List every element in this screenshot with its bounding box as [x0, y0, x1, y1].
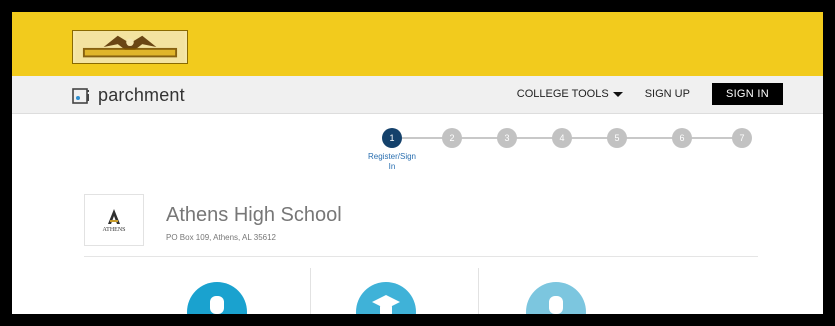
step-5[interactable]: 5 [607, 128, 627, 148]
browser-frame: parchment COLLEGE TOOLS SIGN UP SIGN IN … [12, 12, 823, 314]
step-number: 5 [614, 133, 620, 143]
step-2[interactable]: 2 [442, 128, 462, 148]
school-crest: ATHENS [84, 194, 144, 246]
graduation-cap-icon [372, 295, 400, 314]
step-number: 2 [449, 133, 455, 143]
person-icon [549, 296, 563, 314]
school-banner [12, 12, 823, 76]
option-divider [310, 268, 311, 314]
step-4[interactable]: 4 [552, 128, 572, 148]
brand-link[interactable]: parchment [72, 85, 185, 106]
sign-in-button[interactable]: SIGN IN [711, 83, 783, 105]
athens-crest-icon [108, 209, 120, 224]
option-divider [478, 268, 479, 314]
top-nav: parchment COLLEGE TOOLS SIGN UP SIGN IN [12, 76, 823, 114]
college-tools-menu[interactable]: COLLEGE TOOLS [517, 88, 623, 100]
school-crest-text: ATHENS [102, 227, 126, 233]
section-divider [84, 256, 758, 257]
college-tools-label: COLLEGE TOOLS [516, 88, 609, 100]
school-text: Athens High School PO Box 109, Athens, A… [166, 194, 342, 242]
school-address: PO Box 109, Athens, AL 35612 [166, 233, 277, 242]
step-6[interactable]: 6 [672, 128, 692, 148]
school-name: Athens High School [166, 204, 342, 226]
athens-logo-icon[interactable] [72, 30, 188, 64]
step-number: 7 [739, 133, 745, 143]
school-info: ATHENS Athens High School PO Box 109, At… [84, 194, 342, 246]
parchment-logo-icon [72, 87, 92, 105]
step-3[interactable]: 3 [497, 128, 517, 148]
step-7[interactable]: 7 [732, 128, 752, 148]
step-1[interactable]: 1 [382, 128, 402, 148]
progress-stepper: 1 Register/Sign In 2 3 4 5 6 7 [368, 128, 762, 178]
step-number: 3 [504, 133, 510, 143]
user-option-icon[interactable] [187, 282, 247, 314]
nav-links: COLLEGE TOOLS SIGN UP SIGN IN [517, 83, 783, 105]
sign-up-link[interactable]: SIGN UP [645, 88, 690, 100]
parent-option-icon[interactable] [526, 282, 586, 314]
step-number: 4 [559, 133, 565, 143]
eagle-logo-graphic [75, 31, 185, 63]
person-icon [210, 296, 224, 314]
step-number: 6 [679, 133, 685, 143]
step-1-label: Register/Sign In [367, 152, 417, 171]
brand-name: parchment [98, 85, 185, 105]
graduate-option-icon[interactable] [356, 282, 416, 314]
chevron-down-icon [612, 91, 623, 97]
step-number: 1 [389, 133, 395, 143]
